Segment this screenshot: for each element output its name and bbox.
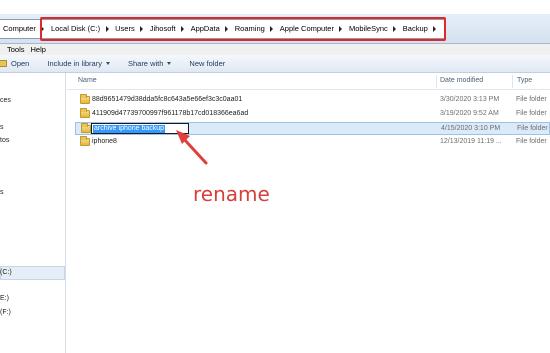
annotation-label: rename [193, 182, 270, 206]
annotation-arrow [176, 130, 208, 165]
